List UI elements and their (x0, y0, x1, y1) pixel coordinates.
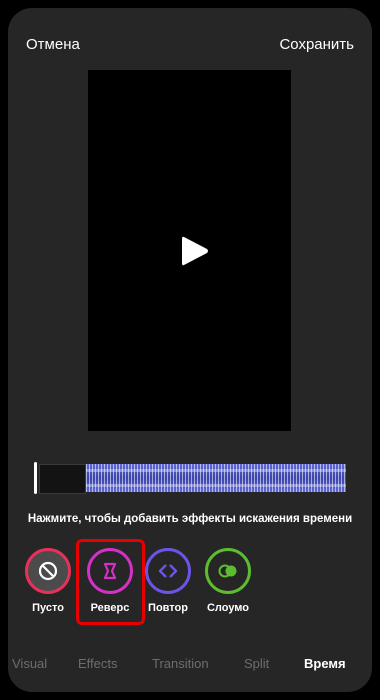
effect-repeat-circle (145, 548, 191, 594)
effect-repeat[interactable]: Повтор (138, 548, 198, 614)
effect-slowmo-label: Слоумо (206, 602, 250, 614)
cancel-button[interactable]: Отмена (26, 36, 80, 53)
effect-slowmo[interactable]: Слоумо (198, 548, 258, 614)
tab-split[interactable]: Split (244, 656, 269, 671)
playhead-marker[interactable] (34, 462, 37, 494)
slowmo-icon (218, 564, 237, 578)
timeline-clip[interactable] (86, 464, 346, 492)
effect-none[interactable]: Пусто (18, 548, 78, 614)
timeline[interactable] (32, 460, 348, 496)
effect-none-label: Пусто (32, 602, 64, 614)
effect-slowmo-circle (205, 548, 251, 594)
effect-repeat-label: Повтор (148, 602, 188, 614)
header: Отмена Сохранить (8, 36, 372, 60)
save-button[interactable]: Сохранить (279, 36, 354, 53)
selection-highlight (76, 539, 145, 625)
tab-visual[interactable]: Visual (12, 656, 47, 671)
tab-time[interactable]: Время (304, 656, 346, 671)
timeline-hint: Нажмите, чтобы добавить эффекты искажени… (27, 513, 353, 525)
phone-screen: Отмена Сохранить Нажмите, чтобы добавить… (8, 8, 372, 692)
tab-transition[interactable]: Transition (152, 656, 209, 671)
bottom-tabs: Visual Effects Transition Split Время (8, 656, 372, 676)
none-icon (38, 561, 58, 581)
video-preview[interactable] (88, 70, 291, 431)
tab-effects[interactable]: Effects (78, 656, 118, 671)
effect-none-circle (25, 548, 71, 594)
time-effects-row: Пусто Реверс Повтор Слоумо (8, 548, 372, 628)
repeat-icon (158, 564, 178, 578)
timeline-empty-segment (39, 464, 86, 494)
play-icon[interactable] (179, 234, 211, 268)
